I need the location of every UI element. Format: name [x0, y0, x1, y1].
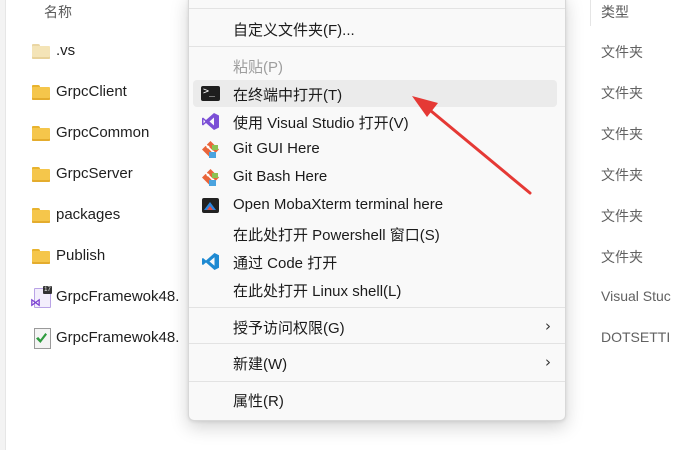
menu-separator — [189, 343, 565, 344]
menu-item-open-powershell[interactable]: 在此处打开 Powershell 窗口(S) — [193, 220, 557, 247]
file-type: 文件夹 — [601, 249, 643, 265]
menu-item-open-with-code[interactable]: 通过 Code 打开 — [193, 248, 557, 275]
menu-item-open-linux-shell[interactable]: 在此处打开 Linux shell(L) — [193, 276, 557, 303]
folder-icon — [31, 164, 51, 184]
chevron-right-icon: › — [545, 353, 551, 371]
menu-item-give-access[interactable]: 授予访问权限(G) › — [193, 313, 557, 340]
menu-item-label: Git Bash Here — [233, 168, 328, 185]
menu-separator — [189, 307, 565, 308]
menu-item-label: 授予访问权限(G) — [233, 320, 345, 337]
menu-item-label: 通过 Code 打开 — [233, 255, 338, 272]
folder-icon — [31, 41, 51, 61]
menu-item-open-mobaxterm[interactable]: Open MobaXterm terminal here — [193, 192, 557, 219]
file-type: 文件夹 — [601, 85, 643, 101]
file-type: DOTSETTI — [601, 329, 671, 345]
menu-item-open-with-visual-studio[interactable]: 使用 Visual Studio 打开(V) — [193, 108, 557, 135]
file-type: 文件夹 — [601, 44, 643, 60]
menu-item-label: 使用 Visual Studio 打开(V) — [233, 115, 409, 132]
visual-studio-solution-icon: ⋈ 17 — [30, 286, 52, 309]
file-name: GrpcFramewok48. — [56, 329, 180, 346]
menu-item-customize-folder[interactable]: 自定义文件夹(F)... — [193, 15, 557, 42]
git-icon — [201, 168, 220, 187]
menu-item-git-bash-here[interactable]: Git Bash Here — [193, 164, 557, 191]
file-name: GrpcFramewok48. — [56, 288, 180, 305]
column-divider[interactable] — [590, 0, 591, 26]
vscode-icon — [201, 252, 220, 271]
file-name: Publish — [56, 247, 106, 264]
menu-item-label: Git GUI Here — [233, 140, 320, 157]
file-name: GrpcClient — [56, 83, 127, 100]
menu-item-label: 在终端中打开(T) — [233, 87, 343, 104]
file-type: 文件夹 — [601, 126, 643, 142]
menu-item-label: 自定义文件夹(F)... — [233, 22, 355, 39]
column-header-name[interactable]: 名称 — [44, 2, 72, 22]
git-icon — [201, 140, 220, 159]
menu-separator — [189, 381, 565, 382]
file-name: .vs — [56, 42, 76, 59]
file-type: Visual Stuc — [601, 288, 671, 304]
menu-item-open-in-terminal[interactable]: >_ 在终端中打开(T) — [193, 80, 557, 107]
folder-icon — [31, 246, 51, 266]
settings-file-icon — [31, 327, 51, 349]
menu-item-new[interactable]: 新建(W) › — [193, 349, 557, 376]
folder-icon — [31, 205, 51, 225]
terminal-icon: >_ — [201, 86, 220, 101]
visual-studio-icon — [201, 112, 220, 131]
menu-item-label: 属性(R) — [233, 393, 284, 410]
file-name: GrpcCommon — [56, 124, 150, 141]
menu-separator — [189, 8, 565, 9]
menu-item-label: 新建(W) — [233, 356, 288, 373]
menu-item-label: 在此处打开 Powershell 窗口(S) — [233, 227, 440, 244]
menu-item-paste[interactable]: 粘贴(P) — [193, 52, 557, 79]
file-name: GrpcServer — [56, 165, 133, 182]
file-name: packages — [56, 206, 121, 223]
menu-item-label: 粘贴(P) — [233, 59, 283, 76]
menu-item-label: 在此处打开 Linux shell(L) — [233, 283, 402, 300]
menu-item-properties[interactable]: 属性(R) — [193, 386, 557, 413]
menu-item-label: Open MobaXterm terminal here — [233, 196, 444, 213]
menu-separator — [189, 46, 565, 47]
menu-item-git-gui-here[interactable]: Git GUI Here — [193, 136, 557, 163]
file-type: 文件夹 — [601, 167, 643, 183]
column-header-type[interactable]: 类型 — [601, 2, 629, 22]
context-menu: 自定义文件夹(F)... 粘贴(P) >_ 在终端中打开(T) 使用 Visua… — [188, 0, 566, 421]
file-type: 文件夹 — [601, 208, 643, 224]
folder-icon — [31, 123, 51, 143]
chevron-right-icon: › — [545, 317, 551, 335]
mobaxterm-icon — [201, 196, 220, 215]
folder-icon — [31, 82, 51, 102]
